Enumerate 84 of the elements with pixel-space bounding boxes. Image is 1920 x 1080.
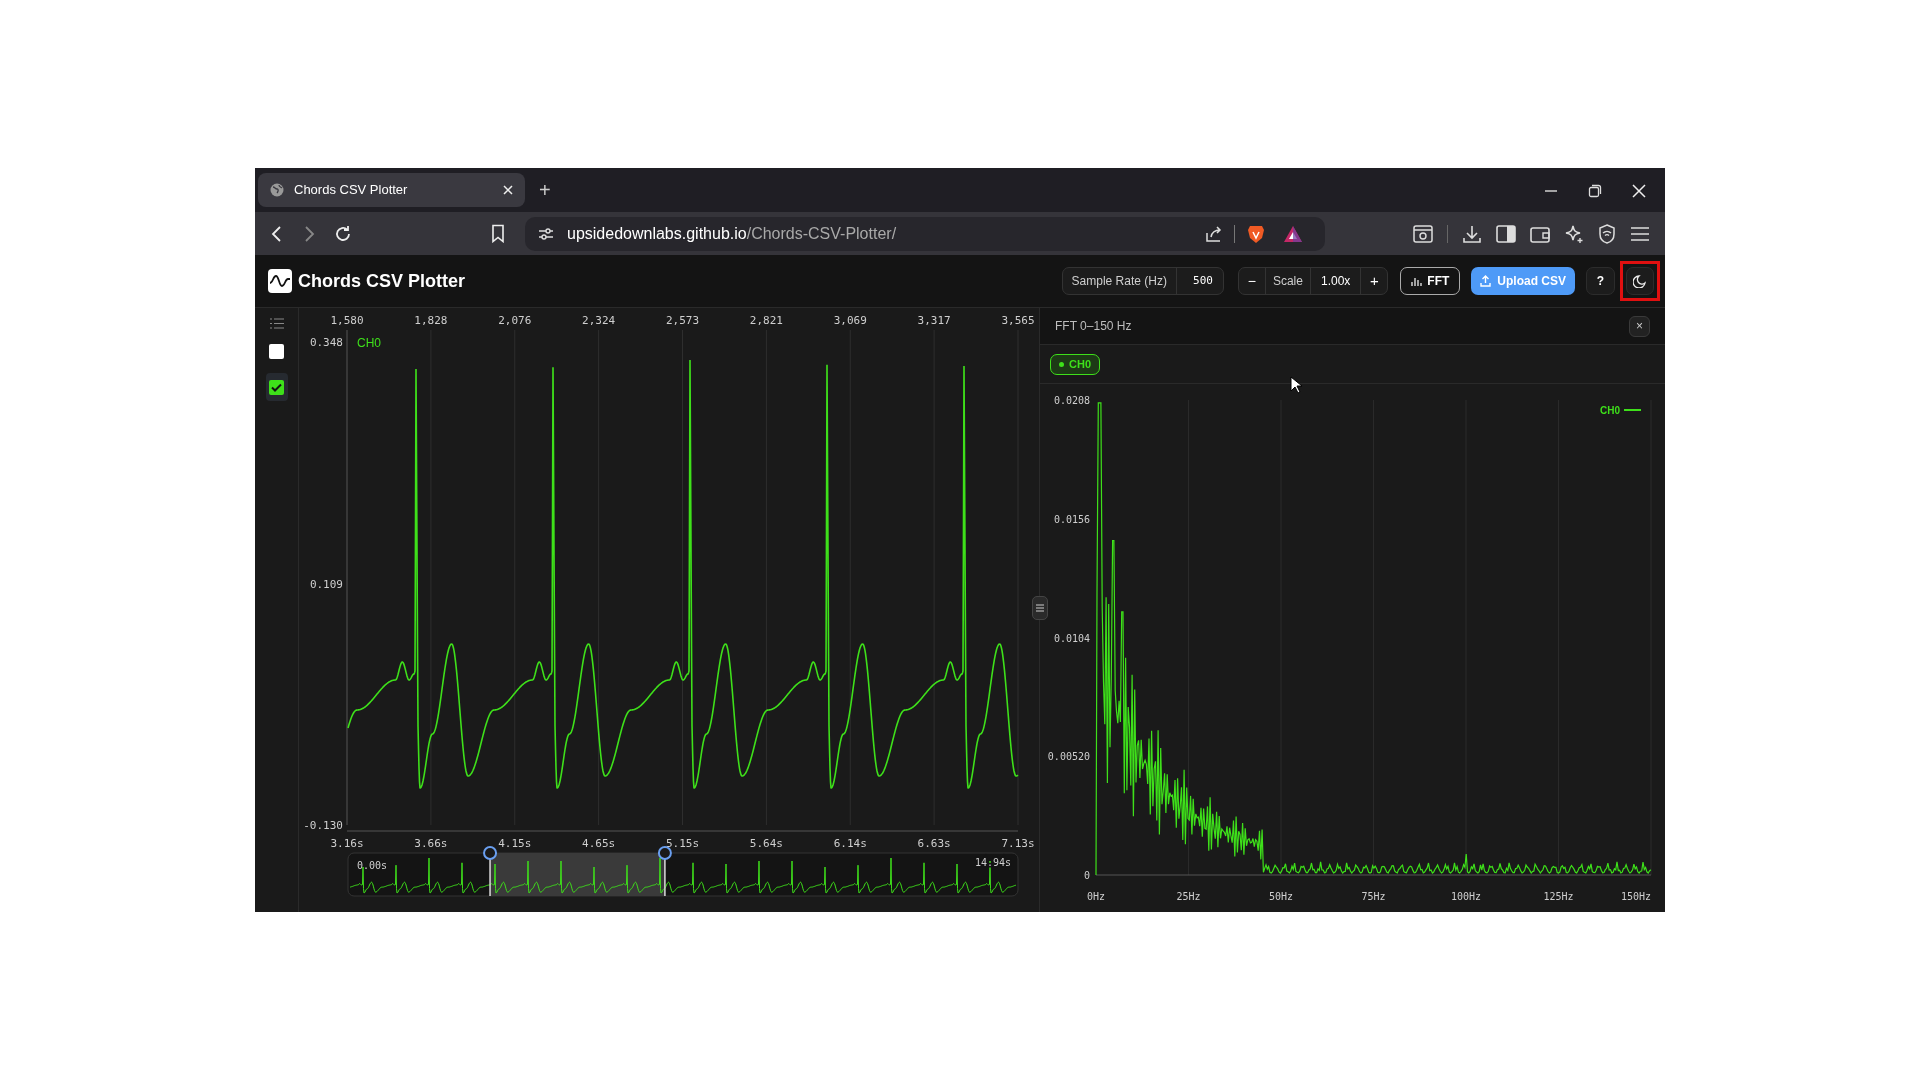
resize-handle[interactable] <box>1032 596 1048 620</box>
decrease-button[interactable]: − <box>1238 268 1265 294</box>
axis-tick-label: 0.109 <box>309 577 343 591</box>
channel-label: CH0 <box>357 336 381 350</box>
axis-tick-label: -0.130 <box>303 819 343 832</box>
axis-tick-label: 2,821 <box>749 314 783 327</box>
shield-icon[interactable] <box>1598 223 1616 244</box>
sample-rate-label: Sample Rate (Hz) <box>1070 273 1168 290</box>
axis-tick-label: 4.15s <box>498 837 532 850</box>
reload-icon[interactable] <box>333 223 353 244</box>
axis-tick-label: 75Hz <box>1361 891 1386 902</box>
axis-tick-label: 2,076 <box>498 314 532 327</box>
axis-tick-label: 7.13s <box>1001 837 1035 850</box>
grip-icon <box>1036 604 1044 612</box>
axis-tick-label: 0.0156 <box>1053 513 1090 525</box>
axis-tick-label: 0.00520 <box>1047 751 1090 763</box>
axis-tick-label: 3.66s <box>414 837 448 850</box>
axis-tick-label: 0.0208 <box>1053 395 1090 406</box>
fft-button[interactable]: FFT <box>1400 267 1461 295</box>
close-icon[interactable] <box>1632 184 1646 198</box>
browser-tab[interactable]: Chords CSV Plotter <box>258 173 525 207</box>
axis-tick-label: 3,565 <box>1001 314 1035 327</box>
axis-tick-label: 25Hz <box>1176 891 1201 902</box>
url-text: upsidedownlabs.github.io/Chords-CSV-Plotter/ <box>567 223 897 244</box>
axis-tick-label: 0Hz <box>1086 891 1106 902</box>
axis-tick-label: 5.15s <box>665 837 700 850</box>
menu-icon[interactable] <box>1630 225 1650 242</box>
upload-icon <box>1480 275 1492 287</box>
address-bar[interactable]: upsidedownlabs.github.io/Chords-CSV-Plotter/ <box>525 216 1325 251</box>
scale-value: 1.00x <box>1319 273 1352 290</box>
theme-toggle-button[interactable] <box>1626 267 1654 295</box>
axis-tick-label: 6.14s <box>833 837 867 850</box>
scale-label: Scale <box>1271 273 1304 290</box>
panel-title: FFT 0–150 Hz <box>1055 318 1132 335</box>
sidebar-icon[interactable] <box>1496 224 1516 243</box>
tab-title: Chords CSV Plotter <box>294 181 408 200</box>
axis-tick-label: 150Hz <box>1620 891 1651 902</box>
range-end-label: 14.94s <box>974 857 1011 868</box>
axis-tick-label: 1,580 <box>330 314 364 327</box>
axis-tick-label: 0 <box>1083 870 1090 881</box>
axis-tick-label: 50Hz <box>1268 891 1294 902</box>
channel-checkbox[interactable] <box>269 343 284 359</box>
screenshot-icon[interactable] <box>1413 224 1433 243</box>
sample-rate-value[interactable]: 500 <box>1176 272 1223 290</box>
close-button[interactable]: × <box>1629 315 1650 337</box>
site-settings-icon[interactable] <box>537 225 555 242</box>
share-icon[interactable] <box>1204 223 1224 244</box>
axis-tick-label: 100Hz <box>1450 891 1482 902</box>
increase-button[interactable]: + <box>1361 268 1388 294</box>
chart-legend: CH0 <box>1600 405 1642 416</box>
channel-checkbox[interactable] <box>269 379 284 395</box>
axis-tick-label: 3,069 <box>833 314 867 327</box>
logo-icon <box>268 269 292 293</box>
list-icon[interactable] <box>269 318 284 329</box>
sample-rate-control[interactable]: Sample Rate (Hz) 500 <box>1061 267 1224 295</box>
range-start-label: 0.00s <box>357 860 388 871</box>
axis-tick-label: 6.63s <box>917 837 951 850</box>
new-tab-button[interactable]: + <box>539 180 551 200</box>
wallet-icon[interactable] <box>1530 224 1550 243</box>
close-icon[interactable] <box>503 185 513 195</box>
axis-tick-label: 0.348 <box>309 336 343 349</box>
axis-tick-label: 125Hz <box>1543 891 1574 902</box>
axis-tick-label: 3,317 <box>917 314 951 327</box>
axis-tick-label: 5.64s <box>749 837 783 850</box>
axis-tick-label: 3.16s <box>330 837 364 850</box>
bookmark-icon[interactable] <box>491 224 505 243</box>
restore-icon[interactable] <box>1588 184 1602 198</box>
axis-tick-label: 4.65s <box>582 837 616 850</box>
axis-tick-label: 2,573 <box>665 314 700 327</box>
range-handle[interactable] <box>657 846 672 897</box>
axis-tick-label: 0.0104 <box>1053 632 1090 644</box>
channel-chip[interactable]: CH0 <box>1050 353 1100 375</box>
download-icon[interactable] <box>1462 223 1482 244</box>
sparkle-icon[interactable] <box>1564 223 1584 244</box>
moon-icon <box>1633 274 1647 288</box>
triangle-icon[interactable] <box>1283 224 1303 243</box>
range-handle[interactable] <box>483 846 498 897</box>
help-button[interactable]: ? <box>1586 267 1615 295</box>
axis-tick-label: 1,828 <box>414 314 448 327</box>
globe-icon <box>270 183 284 197</box>
axis-tick-label: 2,324 <box>582 314 616 327</box>
bars-icon <box>1411 276 1423 286</box>
cursor-icon <box>1290 376 1302 394</box>
app-title: Chords CSV Plotter <box>298 269 466 293</box>
